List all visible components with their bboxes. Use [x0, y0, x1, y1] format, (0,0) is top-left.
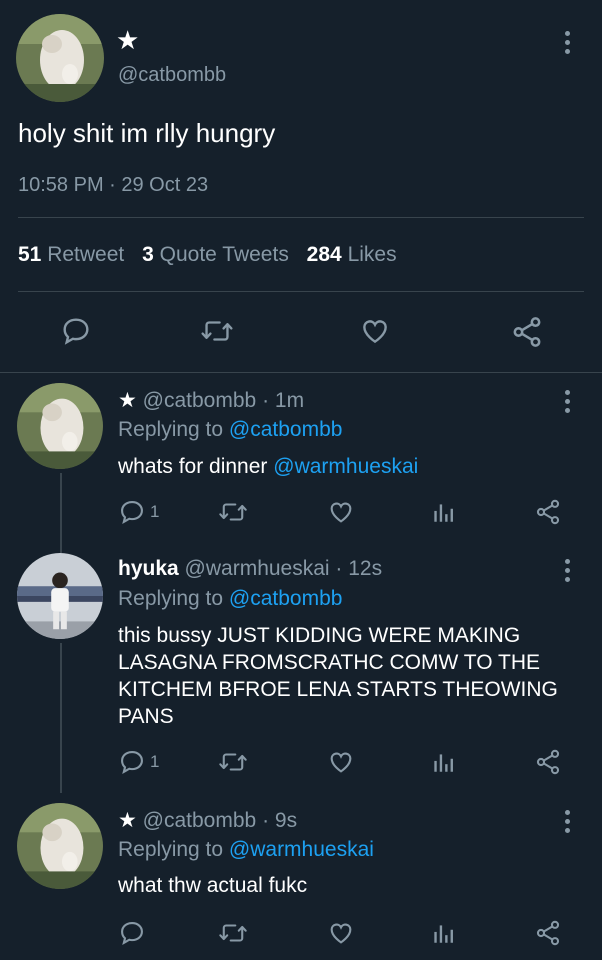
reply-time: · 9s: [262, 809, 298, 832]
main-tweet: ★ @catbombb holy shit im rlly hungry 10:…: [0, 0, 602, 372]
reply-actions: 1: [0, 748, 602, 778]
avatar[interactable]: [17, 803, 103, 889]
retweets-label: Retweet: [47, 243, 125, 266]
replying-to-link[interactable]: @warmhueskai: [229, 838, 374, 861]
retweet-icon[interactable]: [200, 315, 234, 347]
more-icon[interactable]: [565, 810, 571, 837]
replying-prefix: Replying to: [118, 838, 224, 861]
user-handle[interactable]: @catbombb: [118, 64, 226, 87]
replying-prefix: Replying to: [118, 587, 224, 610]
more-icon[interactable]: [565, 390, 571, 417]
like-icon[interactable]: [326, 919, 356, 947]
reply-body: whats for dinner: [118, 455, 268, 478]
tweet-stats: 51 Retweet 3 Quote Tweets 284 Likes: [18, 243, 397, 267]
likes-label: Likes: [347, 243, 397, 266]
divider: [18, 217, 584, 218]
reply-count: 1: [150, 502, 160, 521]
like-icon[interactable]: [326, 748, 356, 776]
reply-tweet[interactable]: ★ @catbombb · 9s Replying to @warmhueska…: [0, 793, 602, 960]
display-name: ★: [118, 809, 137, 832]
share-icon[interactable]: [534, 748, 562, 776]
display-name: hyuka: [118, 557, 179, 580]
replying-to-link[interactable]: @catbombb: [229, 587, 343, 610]
reply-text: whats for dinner @warmhueskai: [118, 453, 588, 480]
avatar[interactable]: [16, 14, 104, 102]
retweet-icon[interactable]: [218, 919, 248, 947]
reply-tweet[interactable]: ★ @catbombb · 1m Replying to @catbombb w…: [0, 373, 602, 553]
avatar[interactable]: [17, 383, 103, 469]
reply-tweet[interactable]: hyuka @warmhueskai · 12s Replying to @ca…: [0, 543, 602, 793]
analytics-icon[interactable]: [430, 919, 456, 947]
display-name: ★: [118, 389, 137, 412]
analytics-icon[interactable]: [430, 748, 456, 776]
retweet-icon[interactable]: [218, 498, 248, 526]
reply-header: ★ @catbombb · 1m: [118, 388, 304, 413]
like-icon[interactable]: [358, 315, 392, 347]
retweet-icon[interactable]: [218, 748, 248, 776]
replying-prefix: Replying to: [118, 418, 224, 441]
more-icon[interactable]: [565, 559, 571, 586]
share-icon[interactable]: [534, 919, 562, 947]
tweet-text: holy shit im rlly hungry: [18, 118, 276, 148]
mention-link[interactable]: @warmhueskai: [273, 455, 418, 478]
tweet-timestamp: 10:58 PM · 29 Oct 23: [18, 174, 209, 196]
user-handle[interactable]: @catbombb: [143, 809, 257, 832]
analytics-icon[interactable]: [430, 498, 456, 526]
reply-time: · 12s: [335, 557, 383, 580]
reply-time: · 1m: [262, 389, 305, 412]
share-icon[interactable]: [510, 315, 544, 349]
quotes-stat[interactable]: 3 Quote Tweets: [142, 243, 289, 266]
quotes-label: Quote Tweets: [159, 243, 289, 266]
reply-icon[interactable]: [118, 919, 146, 947]
likes-count: 284: [306, 243, 342, 266]
user-handle[interactable]: @warmhueskai: [185, 557, 330, 580]
display-name: ★: [116, 25, 140, 55]
share-icon[interactable]: [534, 498, 562, 526]
replying-to: Replying to @catbombb: [118, 418, 342, 442]
retweets-stat[interactable]: 51 Retweet: [18, 243, 124, 266]
tweet-actions: [0, 312, 602, 352]
user-handle[interactable]: @catbombb: [143, 389, 257, 412]
reply-header: hyuka @warmhueskai · 12s: [118, 557, 382, 581]
likes-stat[interactable]: 284 Likes: [307, 243, 397, 266]
reply-text: what thw actual fukc: [118, 874, 308, 897]
more-icon[interactable]: [565, 31, 571, 58]
replying-to: Replying to @warmhueskai: [118, 838, 374, 862]
replying-to: Replying to @catbombb: [118, 587, 342, 611]
avatar[interactable]: [17, 553, 103, 639]
reply-header: ★ @catbombb · 9s: [118, 808, 297, 833]
quotes-count: 3: [142, 243, 154, 266]
divider: [18, 291, 584, 292]
reply-actions: [0, 919, 602, 949]
reply-count: 1: [150, 752, 160, 771]
reply-actions: 1: [0, 498, 602, 528]
reply-text: this bussy JUST KIDDING WERE MAKING LASA…: [118, 624, 558, 728]
replying-to-link[interactable]: @catbombb: [229, 418, 343, 441]
reply-icon[interactable]: [60, 315, 92, 347]
reply-icon[interactable]: [118, 748, 146, 776]
reply-icon[interactable]: [118, 498, 146, 526]
retweets-count: 51: [18, 243, 42, 266]
like-icon[interactable]: [326, 498, 356, 526]
